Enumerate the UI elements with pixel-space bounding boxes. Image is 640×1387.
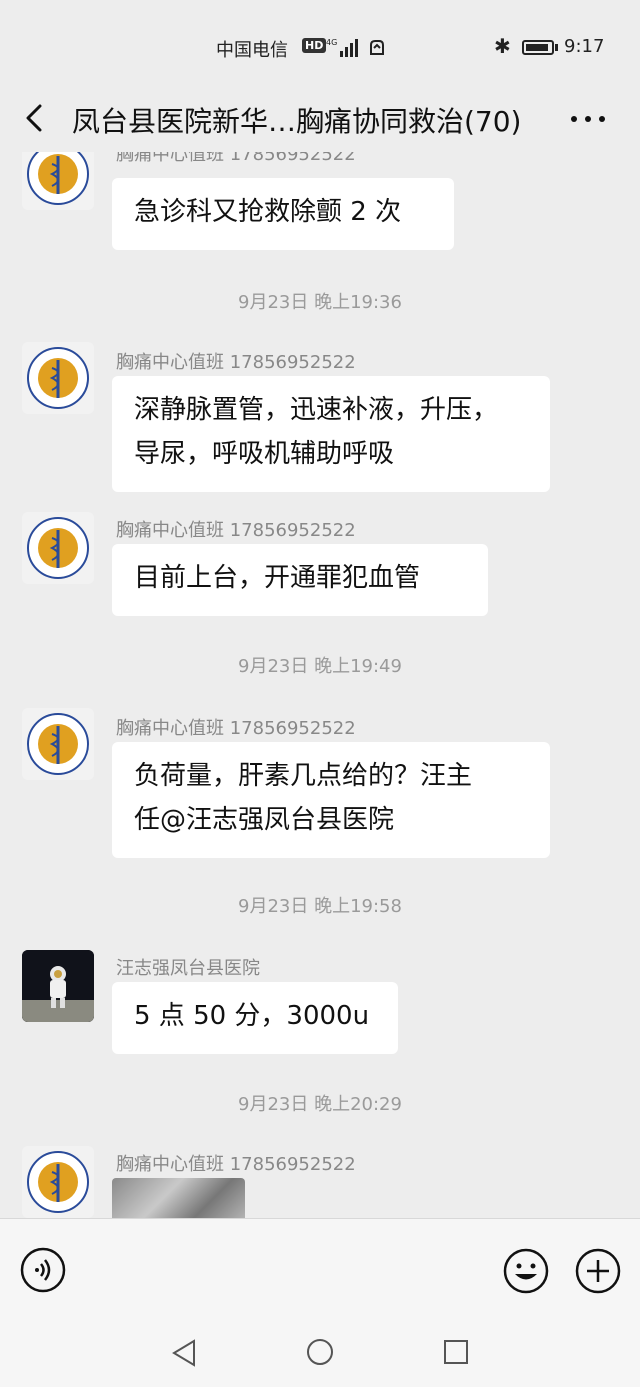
message-line: 深静脉置管，迅速补液，升压， [134, 395, 499, 425]
chat-header: 凤台县医院新华…胸痛协同救治(70) [0, 90, 640, 152]
sender-name: 胸痛中心值班 17856952522 [116, 1154, 356, 1175]
bluetooth-icon: ✱ [494, 34, 511, 58]
avatar[interactable] [22, 708, 94, 780]
system-nav-bar [0, 1322, 640, 1387]
nav-home-icon[interactable] [306, 1338, 334, 1366]
signal-icon: 4G [326, 38, 358, 57]
message-line: 任@汪志强凤台县医院 [134, 805, 395, 835]
timestamp: 9月23日 晚上19:49 [238, 656, 402, 677]
battery-icon [522, 40, 554, 55]
sender-name: 胸痛中心值班 17856952522 [116, 352, 356, 373]
chest-pain-center-logo [27, 713, 89, 775]
emoji-icon[interactable] [502, 1247, 550, 1295]
chest-pain-center-logo [27, 1151, 89, 1213]
message-bubble[interactable]: 5 点 50 分，3000u [112, 982, 398, 1054]
sender-name: 胸痛中心值班 17856952522 [116, 718, 356, 739]
avatar[interactable] [22, 950, 94, 1022]
message-line: 导尿，呼吸机辅助呼吸 [134, 439, 395, 469]
sender-name: 胸痛中心值班 17856952522 [116, 152, 356, 165]
hd-badge: HD [302, 38, 327, 53]
message-bubble[interactable]: 目前上台，开通罪犯血管 [112, 544, 488, 616]
avatar[interactable] [22, 512, 94, 584]
timestamp: 9月23日 晚上20:29 [238, 1094, 402, 1115]
nav-recent-apps-icon[interactable] [443, 1339, 469, 1365]
avatar[interactable] [22, 152, 94, 210]
battery-tip [555, 44, 558, 51]
avatar[interactable] [22, 342, 94, 414]
chest-pain-center-logo [27, 347, 89, 409]
message-bubble[interactable]: 负荷量，肝素几点给的？汪主 任@汪志强凤台县医院 [112, 742, 550, 858]
chest-pain-center-logo [27, 517, 89, 579]
message-line: 负荷量，肝素几点给的？汪主 [134, 761, 473, 791]
chest-pain-center-logo [27, 152, 89, 205]
avatar[interactable] [22, 1146, 94, 1218]
message-list[interactable]: 胸痛中心值班 17856952522 急诊科又抢救除颤 2 次 9月23日 晚上… [0, 152, 640, 1218]
svg-text:4G: 4G [326, 38, 337, 47]
voice-icon[interactable] [20, 1247, 66, 1293]
status-bar: 中国电信 HD 4G ✱ 9:17 [0, 0, 640, 90]
plus-icon[interactable] [574, 1247, 622, 1295]
clock: 9:17 [564, 36, 605, 57]
sender-name: 胸痛中心值班 17856952522 [116, 520, 356, 541]
image-message[interactable] [112, 1178, 245, 1218]
nfc-icon [370, 40, 384, 55]
nav-back-icon[interactable] [170, 1338, 198, 1368]
timestamp: 9月23日 晚上19:58 [238, 896, 402, 917]
more-icon[interactable] [566, 104, 610, 134]
message-bubble[interactable]: 深静脉置管，迅速补液，升压， 导尿，呼吸机辅助呼吸 [112, 376, 550, 492]
sender-name: 汪志强凤台县医院 [116, 958, 260, 979]
timestamp: 9月23日 晚上19:36 [238, 292, 402, 313]
astronaut-avatar-image [22, 950, 94, 1022]
chevron-left-icon[interactable] [14, 98, 54, 138]
chat-title: 凤台县医院新华…胸痛协同救治(70) [72, 105, 522, 138]
message-bubble[interactable]: 急诊科又抢救除颤 2 次 [112, 178, 454, 250]
carrier-label: 中国电信 [216, 40, 288, 61]
input-bar [0, 1218, 640, 1323]
